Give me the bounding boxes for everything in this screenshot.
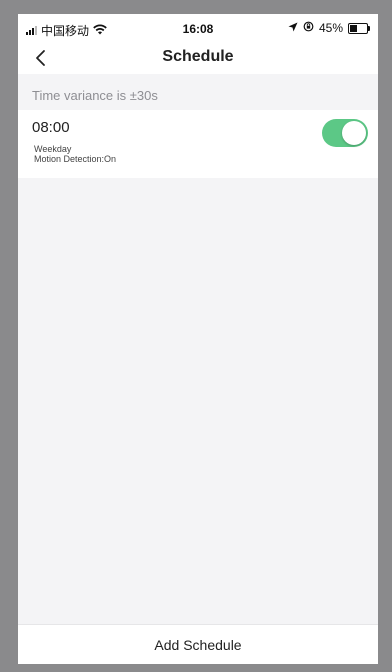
battery-icon <box>348 22 370 34</box>
add-schedule-label: Add Schedule <box>154 637 242 653</box>
status-right: 45% <box>288 21 370 35</box>
page-title: Schedule <box>162 48 234 65</box>
time-variance-note: Time variance is ±30s <box>32 88 158 103</box>
schedule-enable-toggle[interactable] <box>322 119 368 147</box>
toggle-knob <box>342 121 366 145</box>
orientation-lock-icon <box>303 21 314 35</box>
schedule-time: 08:00 <box>32 119 70 136</box>
location-arrow-icon <box>288 21 298 35</box>
navigation-bar: Schedule <box>18 42 378 74</box>
schedule-action: Motion Detection:On <box>34 154 117 164</box>
battery-percent: 45% <box>318 21 343 35</box>
add-schedule-button[interactable]: Add Schedule <box>18 624 378 664</box>
phone-screen: 中国移动 16:08 45% Schedule Time variance is… <box>18 14 378 664</box>
schedule-item[interactable]: 08:00 Weekday Motion Detection:On <box>18 110 378 178</box>
schedule-repeat: Weekday <box>34 144 72 154</box>
status-bar: 中国移动 16:08 45% <box>18 14 378 42</box>
